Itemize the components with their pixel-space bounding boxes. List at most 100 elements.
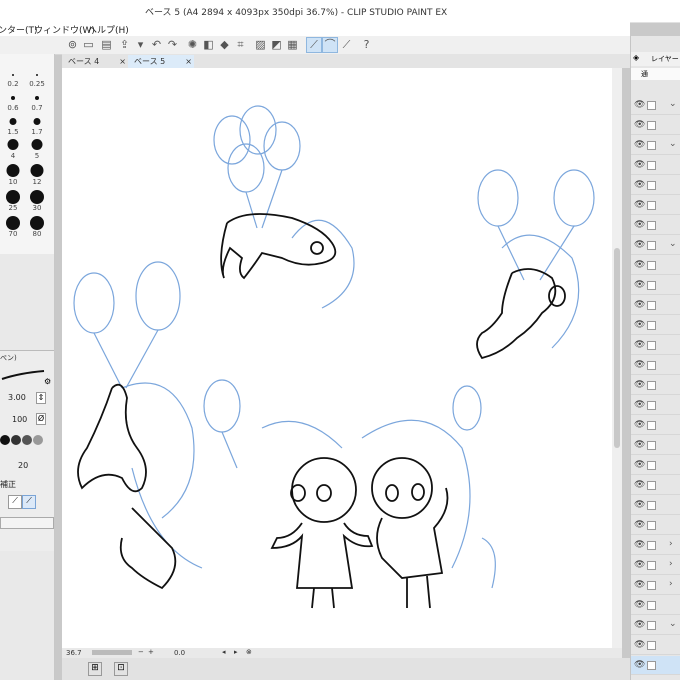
visibility-eye-icon[interactable]: 👁 (634, 260, 645, 270)
chevron-down-icon[interactable]: ⌄ (669, 239, 677, 249)
layer-row[interactable]: 👁 (631, 276, 680, 295)
layer-row[interactable]: 👁 › (631, 576, 680, 595)
brush-size-cell[interactable]: 30 (24, 190, 50, 212)
layer-row[interactable]: 👁 (631, 336, 680, 355)
layer-row[interactable]: 👁 ⌄ (631, 616, 680, 635)
blend-mode-select[interactable]: 通 (631, 68, 680, 80)
brush-size-cell[interactable]: 0.25 (24, 66, 50, 88)
ruler-icon[interactable]: ⟋ (340, 38, 353, 51)
dropdown-icon[interactable]: ▾ (134, 38, 147, 51)
brush-size-cell[interactable]: 0.2 (0, 66, 26, 88)
brush-size-cell[interactable]: 4 (0, 138, 26, 160)
visibility-eye-icon[interactable]: 👁 (634, 560, 645, 570)
undo-icon[interactable]: ↶ (150, 38, 163, 51)
visibility-eye-icon[interactable]: 👁 (634, 480, 645, 490)
visibility-eye-icon[interactable]: 👁 (634, 660, 645, 670)
brush-shape-icon[interactable] (11, 435, 21, 445)
clear-icon[interactable]: ◧ (202, 38, 215, 51)
transform-icon[interactable]: ⌗ (234, 38, 247, 51)
brush-size-cell[interactable]: 1.7 (24, 114, 50, 136)
angle-value[interactable]: 0.0 (174, 649, 185, 657)
redo-icon[interactable]: ↷ (166, 38, 179, 51)
layer-row[interactable]: 👁 (631, 516, 680, 535)
chevron-down-icon[interactable]: ⌄ (669, 99, 677, 109)
help-icon[interactable]: ? (360, 38, 373, 51)
snap-curve-icon[interactable]: ⌒ (322, 37, 338, 53)
layer-lock-checkbox[interactable] (647, 181, 656, 190)
zoom-value[interactable]: 36.7 (66, 649, 82, 657)
visibility-eye-icon[interactable]: 👁 (634, 140, 645, 150)
layer-lock-checkbox[interactable] (647, 521, 656, 530)
visibility-eye-icon[interactable]: 👁 (634, 340, 645, 350)
rotate-right-icon[interactable]: ▸ (234, 648, 238, 656)
layer-row[interactable]: 👁 ⌄ (631, 136, 680, 155)
layer-lock-checkbox[interactable] (647, 541, 656, 550)
menu-item-window[interactable]: ウィンドウ(W) (34, 23, 95, 36)
chevron-right-icon[interactable]: › (669, 539, 673, 549)
layer-lock-checkbox[interactable] (647, 261, 656, 270)
layer-lock-checkbox[interactable] (647, 561, 656, 570)
tab-base-5[interactable]: ベース 5 × (128, 55, 194, 68)
visibility-eye-icon[interactable]: 👁 (634, 600, 645, 610)
scrollbar-thumb[interactable] (614, 248, 620, 448)
navigator-icon[interactable]: ⊞ (88, 662, 102, 676)
visibility-eye-icon[interactable]: 👁 (634, 100, 645, 110)
layer-row[interactable]: 👁 (631, 476, 680, 495)
visibility-eye-icon[interactable]: 👁 (634, 280, 645, 290)
layer-row[interactable]: 👁 ⌄ (631, 236, 680, 255)
brush-size-cell[interactable]: 0.7 (24, 90, 50, 112)
layer-lock-checkbox[interactable] (647, 321, 656, 330)
layer-row[interactable]: 👁 (631, 156, 680, 175)
visibility-eye-icon[interactable]: 👁 (634, 620, 645, 630)
layer-lock-checkbox[interactable] (647, 281, 656, 290)
reset-rotation-icon[interactable]: ⊗ (246, 648, 252, 656)
visibility-eye-icon[interactable]: 👁 (634, 320, 645, 330)
layer-lock-checkbox[interactable] (647, 401, 656, 410)
brush-size-cell[interactable]: 12 (24, 164, 50, 186)
visibility-eye-icon[interactable]: 👁 (634, 460, 645, 470)
visibility-eye-icon[interactable]: 👁 (634, 300, 645, 310)
visibility-eye-icon[interactable]: 👁 (634, 440, 645, 450)
brush-size-cell[interactable]: 0.6 (0, 90, 26, 112)
new-canvas-icon[interactable]: ⊚ (66, 38, 79, 51)
layer-row[interactable]: 👁 (631, 116, 680, 135)
visibility-eye-icon[interactable]: 👁 (634, 500, 645, 510)
layer-row[interactable]: 👁 (631, 176, 680, 195)
visibility-eye-icon[interactable]: 👁 (634, 580, 645, 590)
tab-base-4[interactable]: ベース 4 × (62, 55, 128, 68)
brush-size-cell[interactable]: 70 (0, 216, 26, 238)
pen-pressure-icon[interactable]: ⟋ (8, 495, 22, 509)
deselect-icon[interactable]: ▨ (254, 38, 267, 51)
export-icon[interactable]: ⇪ (118, 38, 131, 51)
brush-shape-icon[interactable] (33, 435, 43, 445)
pen-speed-icon[interactable]: ⟋ (22, 495, 36, 509)
layer-lock-checkbox[interactable] (647, 121, 656, 130)
opacity-lock-icon[interactable]: Ø (36, 413, 46, 425)
layer-row[interactable]: 👁 (631, 496, 680, 515)
layer-lock-checkbox[interactable] (647, 201, 656, 210)
chevron-right-icon[interactable]: › (669, 559, 673, 569)
layer-row[interactable]: 👁 (631, 396, 680, 415)
menu-item-filter[interactable]: ンター(T) (0, 23, 38, 36)
layer-lock-checkbox[interactable] (647, 381, 656, 390)
chevron-right-icon[interactable]: › (669, 579, 673, 589)
layer-lock-checkbox[interactable] (647, 361, 656, 370)
visibility-eye-icon[interactable]: 👁 (634, 160, 645, 170)
chevron-down-icon[interactable]: ⌄ (669, 139, 677, 149)
layer-row[interactable]: 👁 (631, 316, 680, 335)
layer-lock-checkbox[interactable] (647, 641, 656, 650)
layer-lock-checkbox[interactable] (647, 461, 656, 470)
layer-row-selected[interactable]: 👁 (631, 656, 680, 675)
layer-lock-checkbox[interactable] (647, 601, 656, 610)
stabilize-icon[interactable]: ⟋ (306, 37, 322, 53)
open-file-icon[interactable]: ▭ (82, 38, 95, 51)
visibility-eye-icon[interactable]: 👁 (634, 520, 645, 530)
settings-icon[interactable]: ⚙ (44, 377, 51, 386)
layer-row[interactable]: 👁 › (631, 536, 680, 555)
chevron-down-icon[interactable]: ⌄ (669, 619, 677, 629)
size-spinner-icon[interactable]: ⇕ (36, 392, 46, 404)
stabilization-value[interactable]: 20 (18, 461, 28, 470)
layer-lock-checkbox[interactable] (647, 501, 656, 510)
fit-screen-icon[interactable]: ⊡ (114, 662, 128, 676)
visibility-eye-icon[interactable]: 👁 (634, 540, 645, 550)
